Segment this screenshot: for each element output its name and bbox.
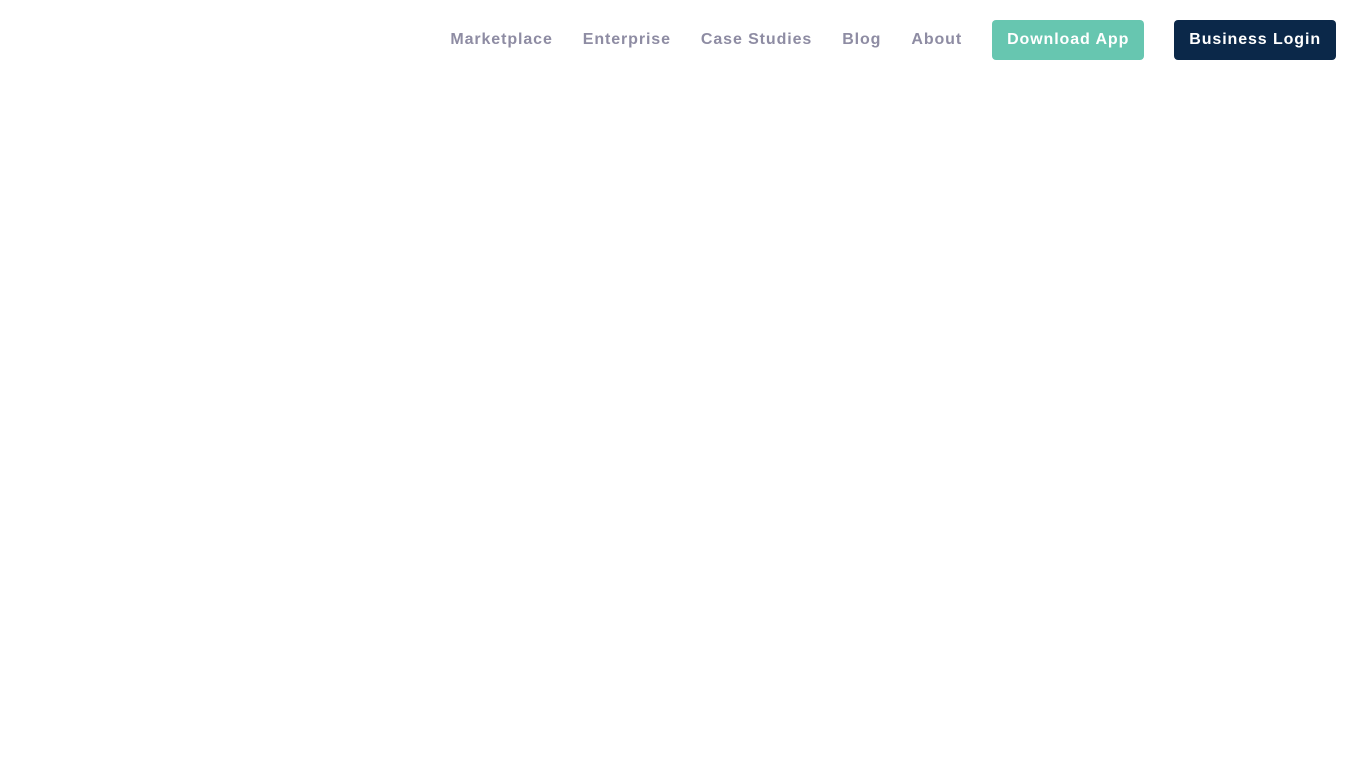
nav-link-blog[interactable]: Blog <box>842 31 881 49</box>
top-navbar: Marketplace Enterprise Case Studies Blog… <box>0 0 1366 80</box>
main-content <box>0 80 1366 768</box>
nav-link-case-studies[interactable]: Case Studies <box>701 31 812 49</box>
business-login-button[interactable]: Business Login <box>1174 20 1336 60</box>
nav-link-marketplace[interactable]: Marketplace <box>450 31 552 49</box>
nav-links: Marketplace Enterprise Case Studies Blog… <box>450 31 992 49</box>
logo-area[interactable] <box>30 20 230 60</box>
nav-right: Marketplace Enterprise Case Studies Blog… <box>450 20 1336 60</box>
nav-link-about[interactable]: About <box>911 31 962 49</box>
download-app-button[interactable]: Download App <box>992 20 1145 60</box>
nav-link-enterprise[interactable]: Enterprise <box>583 31 671 49</box>
